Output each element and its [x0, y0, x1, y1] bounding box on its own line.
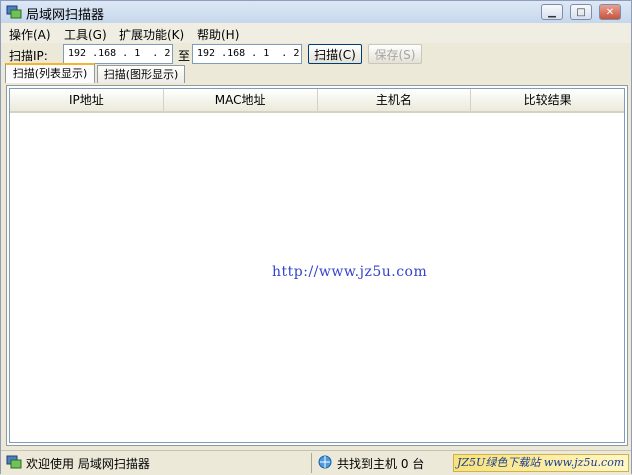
maximize-icon: □: [576, 6, 586, 18]
close-button[interactable]: ✕: [599, 4, 621, 20]
host-list[interactable]: IP地址 MAC地址 主机名 比较结果 http://www.jz5u.com: [9, 88, 625, 443]
status-host-count: 共找到主机 0 台: [337, 457, 425, 471]
maximize-button[interactable]: □: [570, 4, 592, 20]
app-window: 局域网扫描器 ▁ □ ✕ 操作(A) 工具(G) 扩展功能(K) 帮助(H) 扫…: [0, 0, 632, 475]
status-welcome: 欢迎使用 局域网扫描器: [26, 457, 150, 471]
scan-ip-label: 扫描IP:: [9, 49, 48, 63]
promo-banner: JZ5U绿色下载站 www.jz5u.com: [453, 454, 629, 472]
column-header-ip[interactable]: IP地址: [10, 89, 164, 111]
app-icon: [6, 455, 22, 469]
window-title: 局域网扫描器: [26, 8, 105, 23]
column-headers: IP地址 MAC地址 主机名 比较结果: [10, 89, 624, 113]
start-ip-input[interactable]: 192 .168 . 1 . 2: [63, 44, 173, 64]
menu-bar: 操作(A) 工具(G) 扩展功能(K) 帮助(H): [1, 23, 631, 43]
save-button[interactable]: 保存(S): [368, 44, 422, 64]
close-icon: ✕: [605, 6, 615, 18]
network-icon: [318, 455, 332, 469]
scan-button[interactable]: 扫描(C): [308, 44, 362, 64]
column-header-hostname[interactable]: 主机名: [318, 89, 472, 111]
menu-tools[interactable]: 工具(G): [64, 26, 107, 43]
menu-help[interactable]: 帮助(H): [197, 26, 239, 43]
status-bar: 欢迎使用 局域网扫描器 共找到主机 0 台 JZ5U绿色下载站 www.jz5u…: [1, 450, 631, 475]
menu-operate[interactable]: 操作(A): [9, 26, 51, 43]
minimize-icon: ▁: [548, 6, 556, 18]
title-bar[interactable]: 局域网扫描器 ▁ □ ✕: [1, 1, 631, 24]
app-icon: [6, 5, 22, 19]
minimize-button[interactable]: ▁: [541, 4, 563, 20]
to-label: 至: [178, 49, 191, 63]
column-header-compare[interactable]: 比较结果: [471, 89, 624, 111]
menu-extensions[interactable]: 扩展功能(K): [119, 26, 184, 43]
tab-graph-view[interactable]: 扫描(图形显示): [97, 65, 185, 83]
tab-list-view[interactable]: 扫描(列表显示): [5, 63, 95, 83]
end-ip-input[interactable]: 192 .168 . 1 . 2: [192, 44, 302, 64]
tab-strip: 扫描(列表显示) 扫描(图形显示): [1, 63, 631, 85]
status-separator: [311, 453, 312, 473]
tab-panel: IP地址 MAC地址 主机名 比较结果 http://www.jz5u.com: [6, 85, 628, 446]
column-header-mac[interactable]: MAC地址: [164, 89, 318, 111]
scan-toolbar: 扫描IP: 192 .168 . 1 . 2 至 192 .168 . 1 . …: [1, 43, 631, 65]
watermark-url: http://www.jz5u.com: [272, 264, 428, 280]
